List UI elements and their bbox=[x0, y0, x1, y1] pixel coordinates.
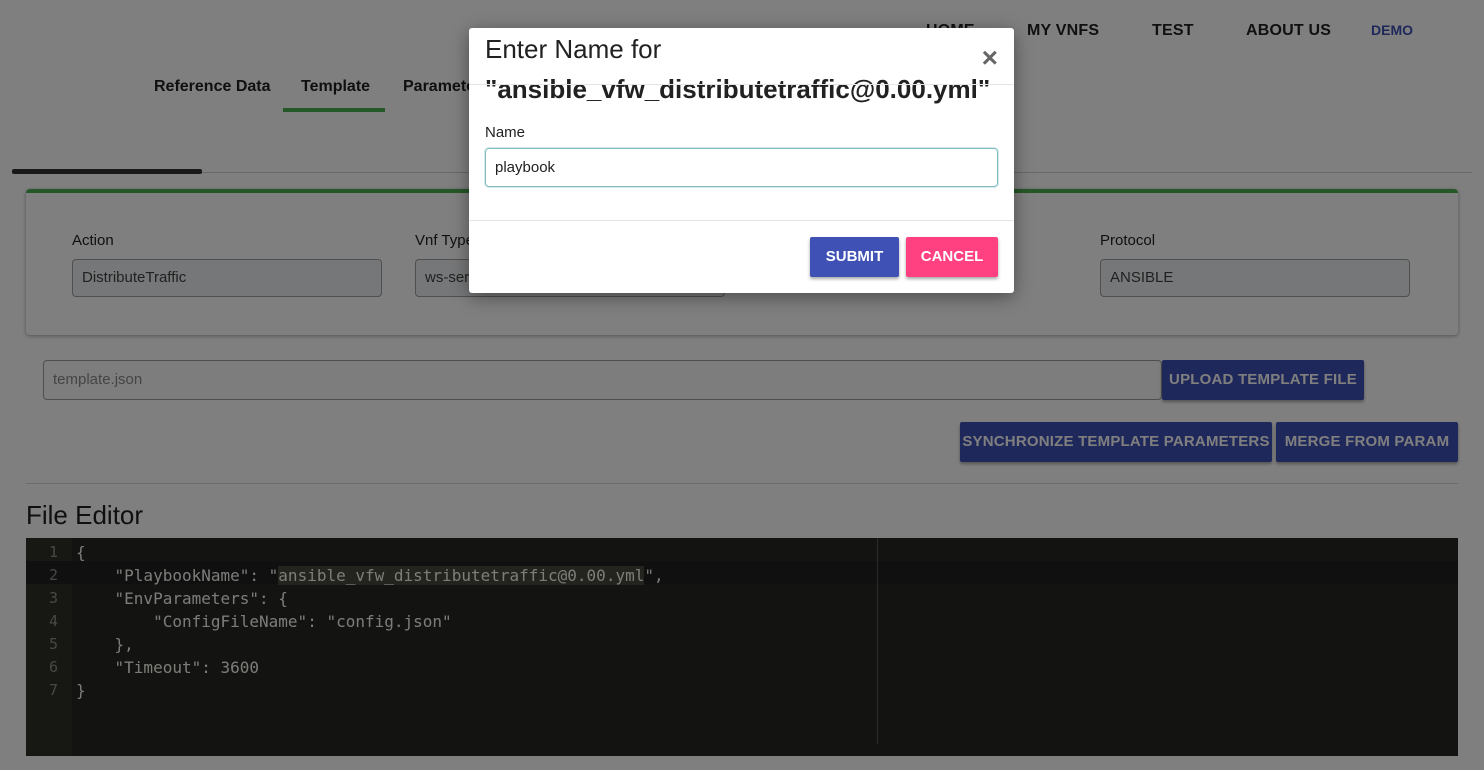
close-icon[interactable]: × bbox=[982, 44, 998, 72]
name-label: Name bbox=[485, 124, 526, 141]
modal-header-separator bbox=[469, 84, 1014, 85]
name-input[interactable]: playbook bbox=[485, 148, 998, 187]
modal-title-line-1: Enter Name for bbox=[485, 34, 662, 64]
modal-title-line-2: "ansible_vfw_distributetraffic@0.00.yml" bbox=[485, 74, 991, 104]
modal-footer-separator bbox=[469, 220, 1014, 221]
enter-name-modal: Enter Name for "ansible_vfw_distributetr… bbox=[469, 28, 1014, 293]
page: HOME MY VNFS TEST ABOUT US DEMO Referenc… bbox=[0, 0, 1484, 770]
cancel-button[interactable]: CANCEL bbox=[906, 237, 998, 277]
submit-button[interactable]: SUBMIT bbox=[810, 237, 899, 277]
